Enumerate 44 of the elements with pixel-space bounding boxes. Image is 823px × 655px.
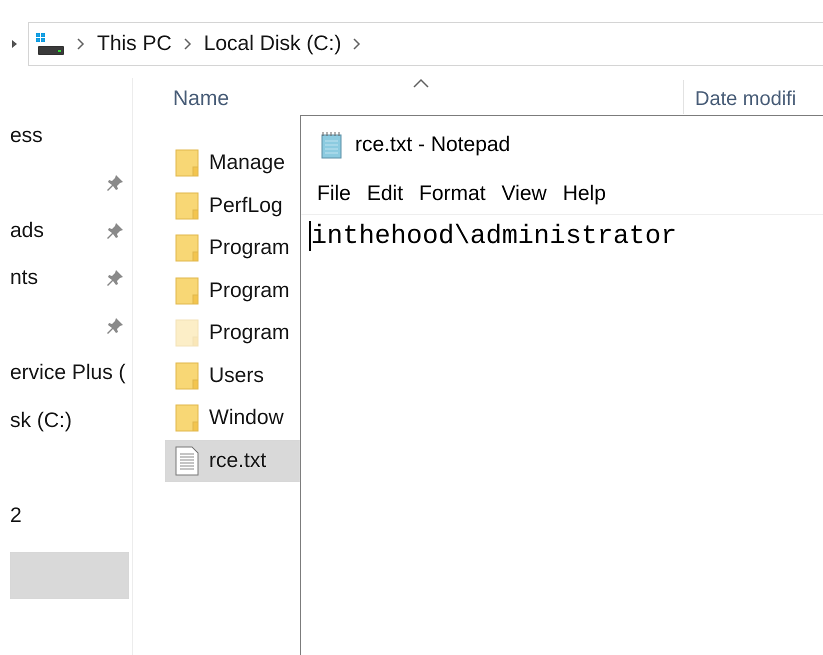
folder-icon bbox=[175, 192, 199, 220]
column-header[interactable]: Name bbox=[173, 87, 230, 114]
file-row[interactable]: Program bbox=[165, 312, 300, 354]
folder-icon bbox=[175, 234, 199, 262]
window-title: rce.txt - Notepad bbox=[355, 133, 510, 157]
file-row[interactable]: Program bbox=[165, 227, 300, 270]
file-row[interactable]: Users bbox=[165, 354, 300, 397]
folder-icon bbox=[175, 404, 199, 432]
menu-item[interactable]: Edit bbox=[358, 182, 412, 206]
nav-item[interactable]: nts bbox=[10, 266, 38, 290]
chevron-icon[interactable] bbox=[353, 38, 362, 50]
menu-item[interactable]: View bbox=[494, 182, 555, 206]
folder-icon bbox=[175, 362, 199, 390]
text-file-icon bbox=[175, 446, 199, 476]
pin-icon[interactable] bbox=[105, 173, 125, 194]
file-row[interactable]: Program bbox=[165, 270, 300, 312]
menu-item[interactable]: File bbox=[309, 182, 359, 206]
nav-item[interactable]: ads bbox=[10, 218, 44, 243]
file-row[interactable]: rce.txt bbox=[165, 440, 300, 482]
file-row[interactable]: PerfLog bbox=[165, 184, 300, 227]
breadcrumb[interactable]: This PC bbox=[97, 32, 172, 56]
expand-arrow-icon[interactable] bbox=[12, 40, 16, 48]
chevron-icon[interactable] bbox=[184, 38, 192, 50]
pin-icon[interactable] bbox=[105, 316, 125, 336]
nav-item[interactable]: ess bbox=[10, 124, 43, 148]
menu-item[interactable]: Format bbox=[411, 182, 494, 206]
nav-item[interactable]: 2 bbox=[10, 504, 22, 528]
folder-icon bbox=[175, 276, 199, 305]
nav-item[interactable]: sk (C:) bbox=[10, 408, 72, 433]
breadcrumb[interactable]: Local Disk (C:) bbox=[204, 32, 342, 56]
nav-item[interactable]: ervice Plus ( bbox=[10, 361, 126, 386]
pin-icon[interactable] bbox=[105, 268, 125, 288]
file-row[interactable]: Manage bbox=[165, 142, 300, 184]
address-bar[interactable]: This PC Local Disk (C:) bbox=[28, 22, 823, 66]
menu-item[interactable]: Help bbox=[554, 182, 614, 206]
chevron-icon[interactable] bbox=[77, 38, 85, 50]
pin-icon[interactable] bbox=[105, 220, 125, 241]
folder-icon bbox=[175, 319, 199, 348]
column-header[interactable]: Date modifi bbox=[683, 80, 823, 114]
drive-icon bbox=[35, 32, 65, 56]
text-content[interactable]: inthehood\administrator bbox=[309, 221, 677, 251]
file-row[interactable]: Window bbox=[165, 397, 300, 440]
sort-caret-icon bbox=[413, 78, 429, 88]
folder-icon bbox=[175, 149, 199, 178]
